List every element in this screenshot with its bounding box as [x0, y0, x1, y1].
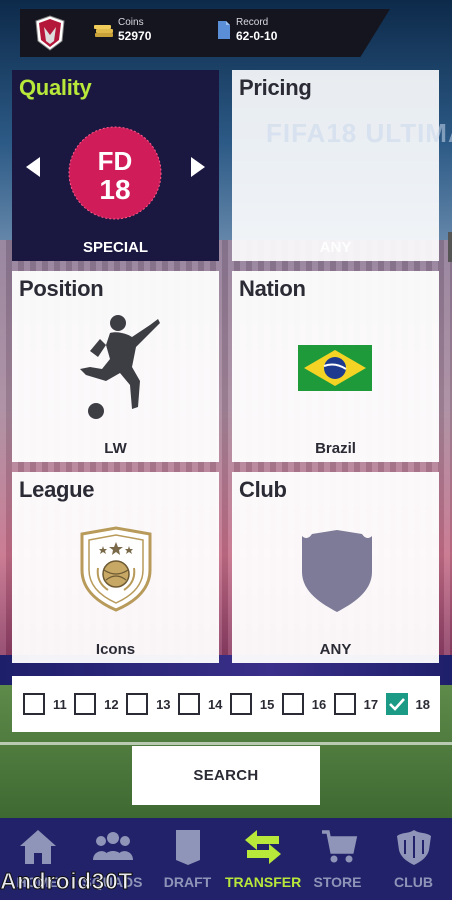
- club-title: Club: [239, 477, 287, 502]
- transfer-icon: [244, 830, 281, 864]
- search-button[interactable]: SEARCH: [132, 746, 320, 805]
- arrow-right-icon[interactable]: [189, 156, 207, 178]
- pricing-title: Pricing: [239, 75, 312, 100]
- shield-icon: [302, 530, 372, 612]
- record-icon: [218, 21, 230, 39]
- checkmark-icon: [388, 698, 405, 711]
- checkbox[interactable]: [177, 693, 200, 715]
- nav-club-label: CLUB: [394, 874, 433, 890]
- home-icon: [19, 830, 56, 864]
- rating-label: 12: [104, 696, 119, 712]
- checkbox[interactable]: [229, 693, 252, 715]
- rating-label: 16: [311, 696, 327, 712]
- nav-transfer[interactable]: TRANSFER: [225, 818, 302, 900]
- checkbox-checked[interactable]: [385, 693, 408, 715]
- record-value: 62-0-10: [236, 29, 278, 43]
- badge-line1: FD: [98, 146, 133, 176]
- icons-league-badge: [80, 526, 152, 612]
- nav-draft[interactable]: DRAFT: [150, 818, 225, 900]
- rating-label: 18: [415, 696, 430, 712]
- rating-option-12[interactable]: 12: [74, 693, 119, 715]
- draft-icon: [175, 830, 200, 865]
- pricing-value: ANY: [319, 239, 352, 256]
- club-crest-icon[interactable]: [30, 13, 70, 53]
- quality-value: SPECIAL: [82, 239, 148, 256]
- checkbox[interactable]: [74, 693, 97, 715]
- rating-label: 17: [363, 696, 379, 712]
- nation-title: Nation: [239, 276, 306, 301]
- checkbox[interactable]: [126, 693, 149, 715]
- league-value: Icons: [95, 641, 136, 658]
- rating-option-14[interactable]: 14: [177, 693, 223, 715]
- rating-filter-row: 11 12 13 14 15 16 17 18: [12, 676, 440, 732]
- rating-label: 15: [259, 696, 275, 712]
- player-silhouette-icon: [80, 315, 160, 419]
- nav-club[interactable]: CLUB: [376, 818, 451, 900]
- rating-option-15[interactable]: 15: [229, 693, 275, 715]
- rating-label: 13: [156, 696, 171, 712]
- coins-icon: [94, 25, 113, 37]
- brazil-flag-icon: [298, 345, 372, 391]
- nav-draft-label: DRAFT: [163, 874, 212, 890]
- squads-icon: [92, 832, 133, 860]
- store-icon: [321, 830, 357, 863]
- scroll-indicator: [448, 232, 452, 262]
- arrow-left-icon[interactable]: [24, 156, 42, 178]
- quality-badge: FD 18: [68, 126, 162, 220]
- league-filter-card[interactable]: League Icons: [12, 472, 219, 663]
- club-icon: [396, 830, 431, 865]
- coins-value: 52970: [118, 29, 152, 43]
- nav-transfer-label: TRANSFER: [225, 874, 302, 890]
- club-value: ANY: [319, 641, 352, 658]
- badge-line2: 18: [99, 174, 130, 205]
- nav-store[interactable]: STORE: [300, 818, 375, 900]
- pricing-filter-card[interactable]: Pricing FIFA18 ULTIMA ANY: [232, 70, 452, 261]
- watermark-text: Android30T: [0, 868, 133, 895]
- rating-label: 14: [207, 696, 223, 712]
- position-value: LW: [104, 440, 127, 457]
- rating-option-13[interactable]: 13: [126, 693, 171, 715]
- coins-label: Coins: [118, 17, 144, 28]
- position-title: Position: [19, 276, 104, 301]
- checkbox[interactable]: [281, 693, 304, 715]
- checkbox[interactable]: [333, 693, 356, 715]
- nation-value: Brazil: [315, 440, 356, 457]
- league-title: League: [19, 477, 95, 502]
- quality-title: Quality: [19, 75, 92, 100]
- position-filter-card[interactable]: Position LW: [12, 271, 219, 462]
- nation-filter-card[interactable]: Nation Brazil: [232, 271, 439, 462]
- rating-label: 11: [53, 696, 67, 712]
- rating-option-16[interactable]: 16: [281, 693, 327, 715]
- top-bar: Coins 52970 Record 62-0-10: [20, 9, 390, 57]
- checkbox[interactable]: [23, 693, 45, 715]
- rating-option-11[interactable]: 11: [23, 693, 67, 715]
- rating-option-17[interactable]: 17: [333, 693, 379, 715]
- pricing-background-text: FIFA18 ULTIMA: [266, 118, 452, 148]
- nav-store-label: STORE: [313, 874, 362, 890]
- club-filter-card[interactable]: Club ANY: [232, 472, 439, 663]
- record-label: Record: [236, 17, 269, 28]
- rating-option-18[interactable]: 18: [385, 693, 430, 715]
- quality-filter-card[interactable]: Quality FD 18 SPECIAL: [12, 70, 219, 261]
